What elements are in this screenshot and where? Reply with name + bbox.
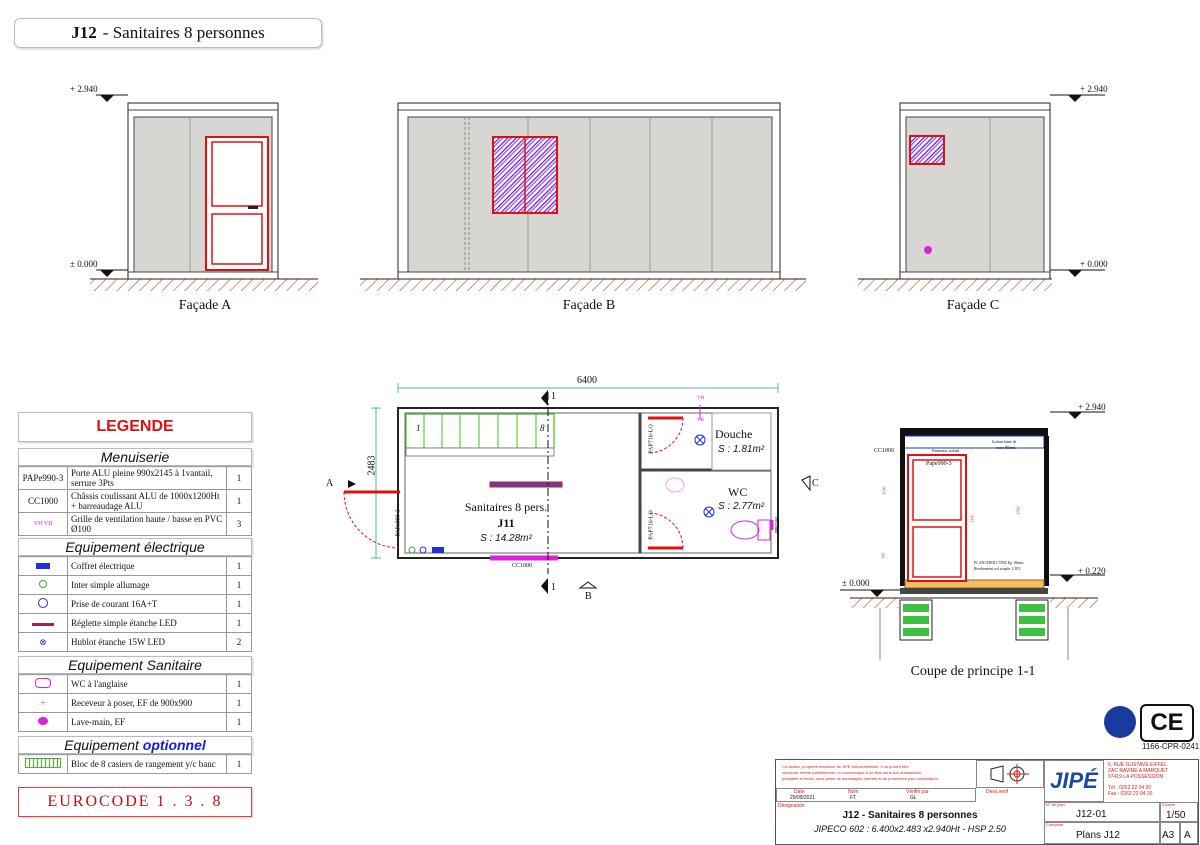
legend-row: Inter simple allumage 1 [18,575,252,595]
level-c-bottom: + 0.000 [1080,259,1108,269]
legend-row: WC à l'anglaise 1 [18,674,252,694]
room-main-code: J11 [497,516,515,530]
cartouche-title: J12 - Sanitaires 8 personnes [842,810,978,821]
room-wc-label: WC [728,485,748,499]
notice-line1: Ce dessin, propriété exclusive de JIPE e… [782,764,909,769]
legend-row: Réglette simple étanche LED 1 [18,613,252,633]
led-strip-icon [32,623,54,626]
electric-box-icon [36,563,50,569]
room-main-label: Sanitaires 8 pers. [464,500,548,514]
plan-window-label: CC1000 [512,563,533,569]
socket-icon [38,598,48,608]
light-fixture-icon: ⊗ [39,636,47,647]
section-door-label: Pape990-3 [926,461,952,467]
brand-logo: JIPÉ [1044,760,1104,802]
section-dim1: 1030 [881,486,887,495]
plan-number: J12-01 [1076,809,1107,820]
locker-block-icon [25,758,61,768]
caption-facade-a: Façade A [178,298,232,313]
notice-line2: reproduit, même partiellement, ni commun… [782,770,921,775]
section-window-label: CC1000 [874,448,895,454]
plan-height-dim: 2483 [366,455,378,476]
section-dim4: 945 [880,552,886,559]
ce-mark: CE [1140,704,1194,742]
legend-row: + Receveur à poser, EF de 900x900 1 [18,693,252,713]
view-b-mark: B [585,591,592,602]
plan-vent-vh: VH [697,396,705,401]
legend-row: VH VB Grille de ventilation haute / basse… [18,512,252,536]
section-dim3: 2500 [1015,506,1021,515]
legend-title: LEGENDE [18,412,252,442]
section-level-mid: + 0.220 [1078,566,1106,576]
level-a-bottom: ± 0.000 [70,259,98,269]
facade-b [360,102,806,291]
plan-scale: 1/50 [1166,810,1186,821]
section-mark-bottom: 1 [551,582,556,593]
legend-section-electrique: Equipement électrique [18,538,252,556]
ce-cert-number: 1166-CPR-0241 [1142,742,1200,751]
locker-last: 8 [540,423,545,433]
paper-format: A3 [1162,830,1175,841]
legend-row: PAPe990-3 Porte ALU pleine 990x2145 à 1va… [18,466,252,490]
plan-door-main: PAPe990-3 [395,509,402,537]
legend-table-optionnel: Bloc de 8 casiers de rangement y/c banc 1 [18,754,252,774]
legend-row: CC1000 Châssis coulissant ALU de 1000x120… [18,489,252,513]
section-level-top: + 2.940 [1078,402,1106,412]
legend-table-sanitaire: WC à l'anglaise 1 + Receveur à poser, EF d… [18,674,252,732]
switch-icon [39,580,47,588]
washbasin-icon [38,717,48,725]
room-main-area: S : 14.28m² [480,533,532,544]
legend-section-optionnel: Equipement optionnel [18,736,252,754]
plan-width-dim: 6400 [577,375,597,386]
view-a-mark: A [326,478,334,489]
section-floor-label1: PLANCHER CTBX Ep 18mm [974,560,1024,565]
room-shower-area: S : 1.81m² [718,444,765,455]
caption-facade-c: Façade C [946,298,1000,313]
legend-row: Coffret électrique 1 [18,556,252,576]
level-c-top: + 2.940 [1080,84,1108,94]
section-wall-label1: Isolant laine de [992,439,1017,444]
legend-row: Bloc de 8 casiers de rangement y/c banc 1 [18,754,252,774]
section-wall-label2: verre 80mm [996,445,1016,450]
projection-symbol-icon [976,760,1044,788]
section-ceiling-label: Panneaux isolant [932,448,960,453]
legend-row: Lave-main, EF 1 [18,712,252,732]
shower-tray-icon: + [40,698,46,708]
section-level-bottom: ± 0.000 [842,578,870,588]
legend-table-electrique: Coffret électrique 1 Inter simple allumag… [18,556,252,652]
plan-set: Plans J12 [1076,830,1120,841]
title-block: Ce dessin, propriété exclusive de JIPE e… [775,759,1199,845]
revision-index: A [1184,830,1191,841]
eurocode-badge: EUROCODE 1 . 3 . 8 [18,787,252,817]
section-mark-top: 1 [551,391,556,402]
room-shower-label: Douche [715,427,753,441]
notice-line3: préalable et écrite, sous peine de domma… [782,776,938,781]
plan-door-inner2: PAP716-LO [648,510,655,540]
legend-row: ⊗ Hublot étanche 15W LED 2 [18,632,252,652]
legend-section-sanitaire: Equipement Sanitaire [18,656,252,674]
room-wc-area: S : 2.77m² [718,501,765,512]
level-a-top: + 2.940 [70,84,98,94]
section-floor-label2: Revêtement sol souple 1.5P2 [974,566,1021,571]
section-dim2: 2145 [969,514,975,523]
plan-vent-right: PB500 [775,516,782,534]
locker-first: 1 [416,423,421,433]
legend-table-menuiserie: PAPe990-3 Porte ALU pleine 990x2145 à 1va… [18,466,252,536]
facade-a [90,94,318,291]
legend-panel: LEGENDE Menuiserie PAPe990-3 Porte ALU pl… [18,412,252,774]
cartouche-subtitle: JIPECO 602 : 6.400x2.483 x2.940Ht - HSP … [814,824,1006,834]
eu-cert-badge-icon [1104,706,1136,738]
plan-door-inner1: PAP716-LO [648,424,655,454]
legend-section-menuiserie: Menuiserie [18,448,252,466]
caption-facade-b: Façade B [562,298,616,313]
facade-c [858,94,1105,291]
view-c-mark: C [812,478,819,489]
caption-section: Coupe de principe 1-1 [910,664,1036,679]
plan-vent-vb: VB [697,418,704,423]
legend-row: Prise de courant 16A+T 1 [18,594,252,614]
wc-icon [35,678,51,688]
